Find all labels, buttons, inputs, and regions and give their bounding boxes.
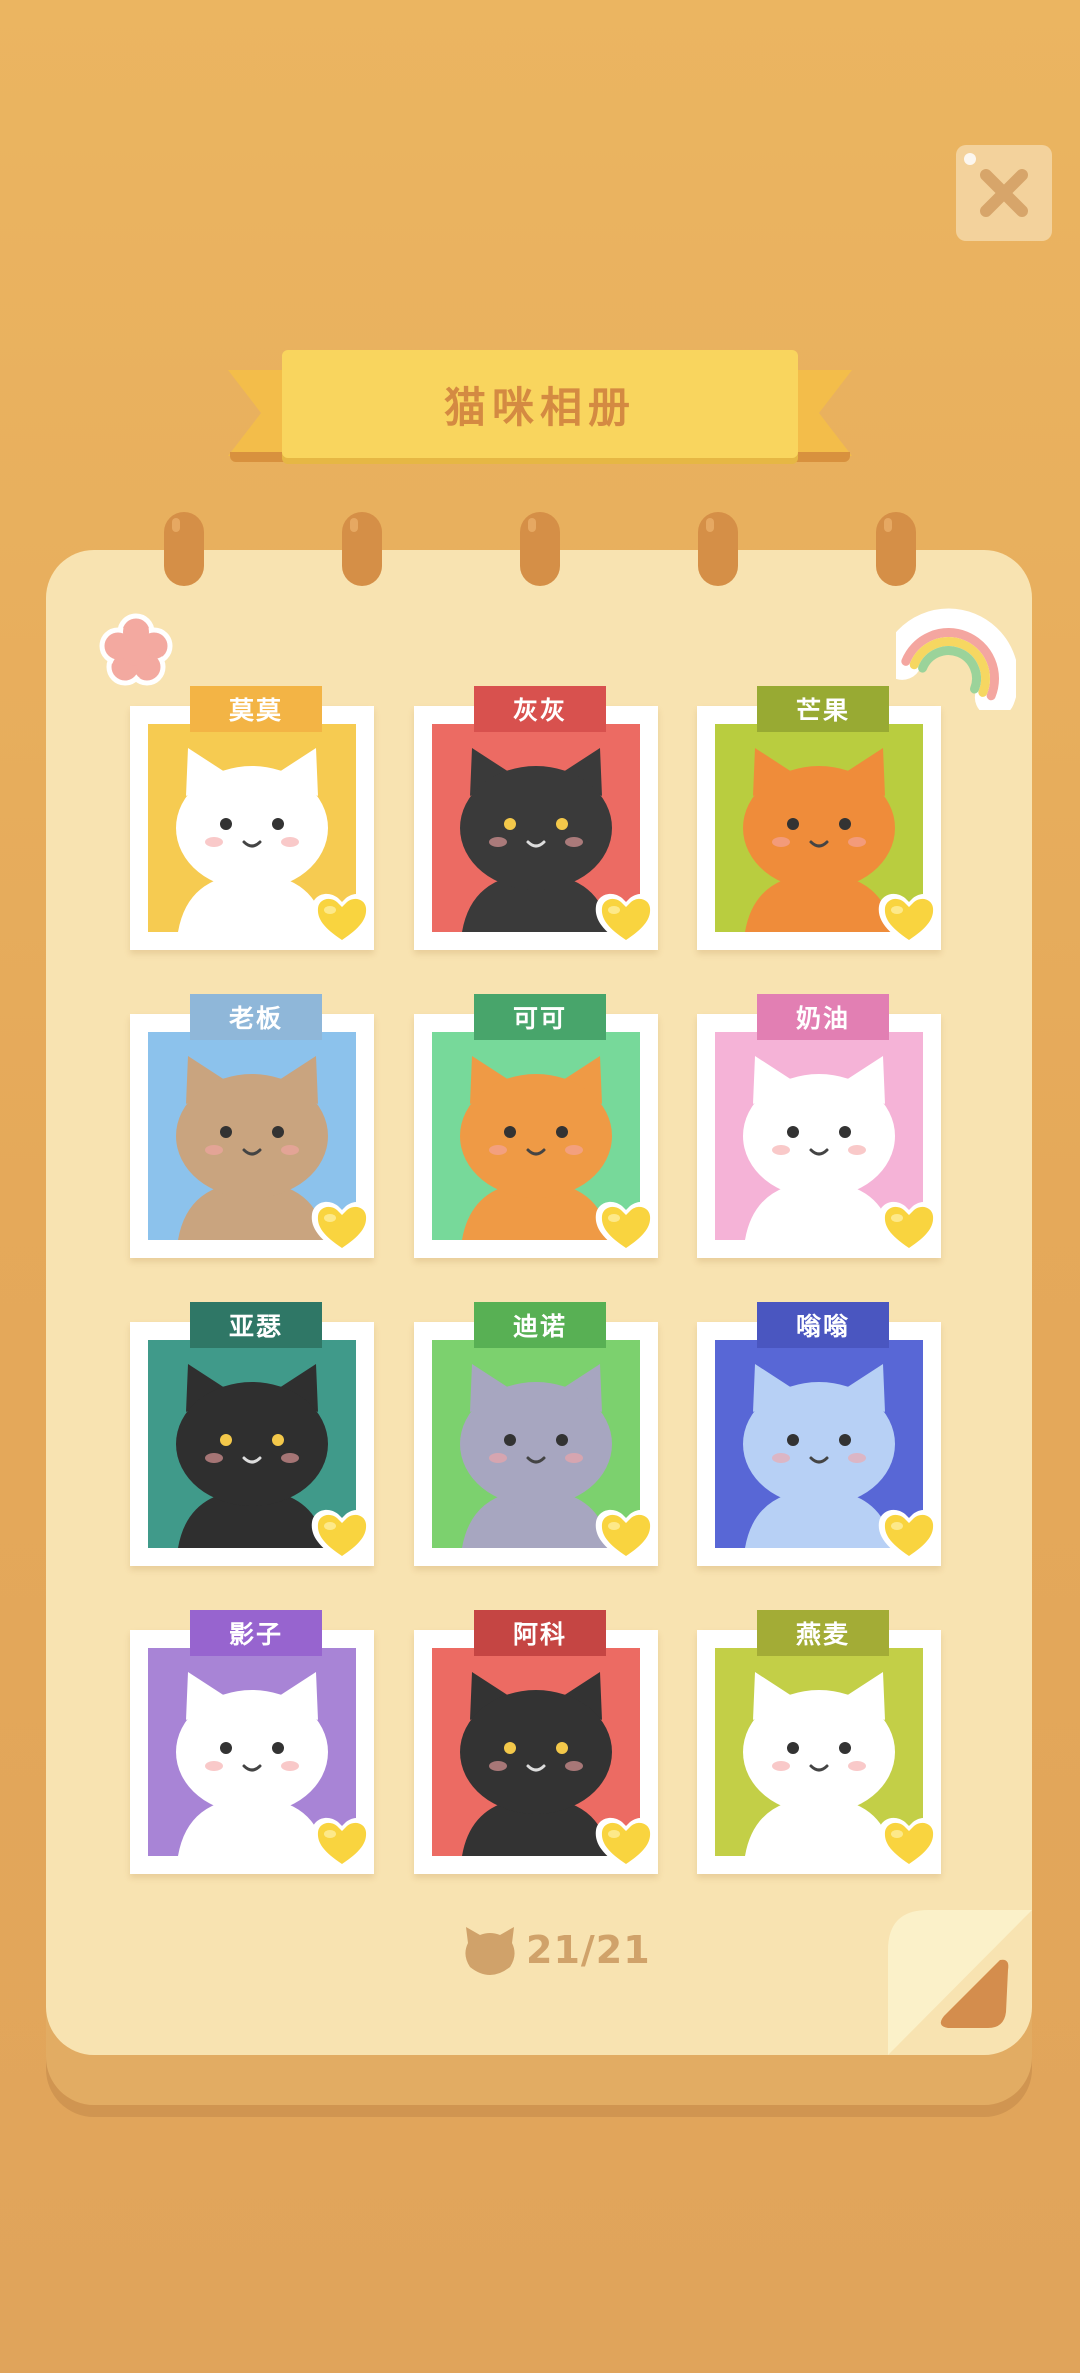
cat-card[interactable]: 亚瑟	[130, 1302, 380, 1572]
heart-icon[interactable]	[873, 886, 945, 950]
heart-icon[interactable]	[590, 1194, 662, 1258]
cat-card[interactable]: 燕麦	[697, 1610, 947, 1880]
heart-icon[interactable]	[306, 1194, 378, 1258]
shine-dot	[964, 153, 976, 165]
cat-card[interactable]: 影子	[130, 1610, 380, 1880]
cat-name-tag: 迪诺	[474, 1302, 606, 1348]
cat-name-tag: 奶油	[757, 994, 889, 1040]
heart-icon[interactable]	[873, 1810, 945, 1874]
cat-name-tag: 亚瑟	[190, 1302, 322, 1348]
heart-icon[interactable]	[306, 886, 378, 950]
cat-card[interactable]: 奶油	[697, 994, 947, 1264]
title-ribbon: 猫咪相册	[228, 350, 852, 480]
cat-name-tag: 可可	[474, 994, 606, 1040]
heart-icon[interactable]	[590, 1502, 662, 1566]
close-icon	[980, 169, 1028, 217]
cat-name-tag: 燕麦	[757, 1610, 889, 1656]
heart-icon[interactable]	[873, 1194, 945, 1258]
cat-name-tag: 嗡嗡	[757, 1302, 889, 1348]
heart-icon[interactable]	[590, 886, 662, 950]
collection-count: 21/21	[526, 1928, 651, 1972]
page-title: 猫咪相册	[443, 382, 636, 432]
page-curl-corner[interactable]	[888, 1910, 1032, 2055]
heart-icon[interactable]	[306, 1502, 378, 1566]
cat-card[interactable]: 灰灰	[414, 686, 664, 956]
cat-head-icon	[465, 1927, 515, 1975]
cat-name-tag: 灰灰	[474, 686, 606, 732]
cat-name-tag: 阿科	[474, 1610, 606, 1656]
heart-icon[interactable]	[590, 1810, 662, 1874]
binder-ring	[342, 512, 382, 586]
binder-ring	[164, 512, 204, 586]
binder-ring	[876, 512, 916, 586]
collection-counter: 21/21	[462, 1925, 651, 1975]
cat-card[interactable]: 莫莫	[130, 686, 380, 956]
cat-name-tag: 芒果	[757, 686, 889, 732]
cat-card[interactable]: 阿科	[414, 1610, 664, 1880]
flower-sticker-icon	[99, 613, 173, 686]
cat-card[interactable]: 老板	[130, 994, 380, 1264]
cat-card[interactable]: 芒果	[697, 686, 947, 956]
close-button[interactable]	[956, 145, 1052, 241]
heart-icon[interactable]	[873, 1502, 945, 1566]
cat-name-tag: 老板	[190, 994, 322, 1040]
cat-card[interactable]: 嗡嗡	[697, 1302, 947, 1572]
cat-card[interactable]: 迪诺	[414, 1302, 664, 1572]
binder-ring	[520, 512, 560, 586]
binder-ring	[698, 512, 738, 586]
ribbon-banner: 猫咪相册	[282, 350, 798, 458]
cat-name-tag: 影子	[190, 1610, 322, 1656]
heart-icon[interactable]	[306, 1810, 378, 1874]
cat-name-tag: 莫莫	[190, 686, 322, 732]
cat-card[interactable]: 可可	[414, 994, 664, 1264]
